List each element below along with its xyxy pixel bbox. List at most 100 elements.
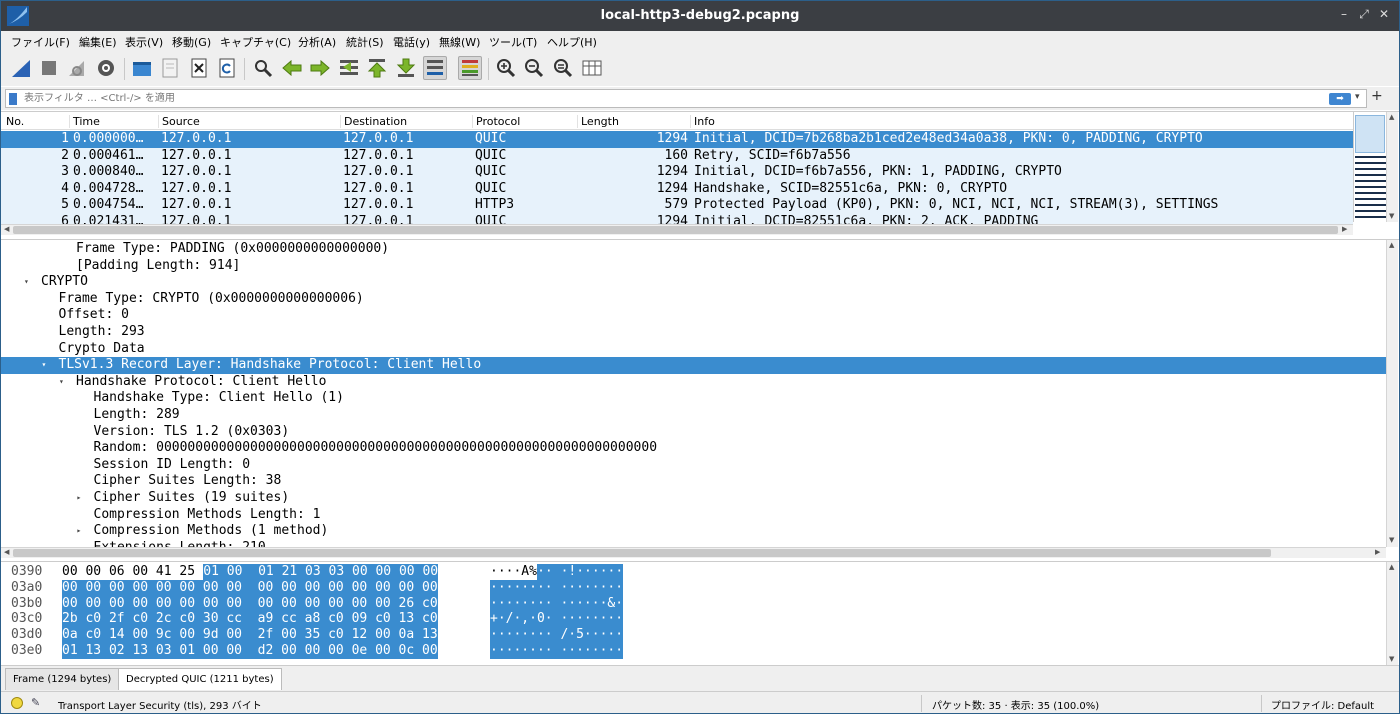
column-length[interactable]: Length	[577, 115, 690, 128]
ascii-bytes-highlighted[interactable]: ········ ········	[490, 579, 624, 596]
zoom-out-icon[interactable]	[522, 56, 546, 80]
detail-row[interactable]: Random: 00000000000000000000000000000000…	[1, 440, 1386, 457]
shark-fin-start-icon[interactable]	[9, 56, 33, 80]
display-filter-input[interactable]	[24, 91, 1314, 106]
detail-row[interactable]: Compression Methods Length: 1	[1, 507, 1386, 524]
packet-row[interactable]: 1 0.000000… 127.0.0.1 127.0.0.1 QUIC 1294 Init…	[1, 131, 1353, 148]
detail-row[interactable]: Handshake Type: Client Hello (1)	[1, 390, 1386, 407]
detail-row[interactable]: Frame Type: PADDING (0x0000000000000000)	[1, 241, 1386, 258]
menu-go[interactable]: 移動(G)	[172, 34, 211, 50]
detail-row[interactable]: Offset: 0	[1, 307, 1386, 324]
detail-row[interactable]: ▾ CRYPTO	[1, 274, 1386, 291]
go-first-icon[interactable]	[365, 56, 389, 80]
save-file-icon[interactable]	[158, 56, 182, 80]
find-packet-icon[interactable]	[251, 56, 275, 80]
resize-columns-icon[interactable]	[580, 56, 604, 80]
collapsed-arrow-icon[interactable]: ▸	[77, 490, 82, 506]
close-button[interactable]: ✕	[1375, 7, 1393, 21]
menu-tools[interactable]: ツール(T)	[489, 34, 537, 50]
packet-row[interactable]: 4 0.004728… 127.0.0.1 127.0.0.1 QUIC 1294 Hand…	[1, 180, 1353, 198]
go-forward-icon[interactable]	[308, 56, 332, 80]
close-file-icon[interactable]	[187, 56, 211, 80]
details-hscroll[interactable]: ◀ ▶	[1, 547, 1386, 558]
zoom-reset-icon[interactable]	[551, 56, 575, 80]
capture-options-icon[interactable]	[94, 56, 118, 80]
go-last-icon[interactable]	[394, 56, 418, 80]
menu-edit[interactable]: 編集(E)	[79, 34, 117, 50]
packet-row[interactable]: 5 0.004754… 127.0.0.1 127.0.0.1 HTTP3 579 Prot…	[1, 197, 1353, 214]
hex-bytes-highlighted[interactable]: 0a c0 14 00 9c 00 9d 00 2f 00 35 c0 12 0…	[62, 627, 438, 644]
hex-bytes-highlighted[interactable]: 2b c0 2f c0 2c c0 30 cc a9 cc a8 c0 09 c…	[62, 611, 438, 628]
detail-row[interactable]: Crypto Data	[1, 341, 1386, 358]
detail-row[interactable]: ▾ TLSv1.3 Record Layer: Handshake Protoco…	[1, 357, 1386, 374]
status-profile[interactable]: プロファイル: Default	[1271, 697, 1374, 712]
detail-row[interactable]: Frame Type: CRYPTO (0x0000000000000006)	[1, 291, 1386, 308]
detail-row[interactable]: Cipher Suites Length: 38	[1, 473, 1386, 490]
menu-capture[interactable]: キャプチャ(C)	[220, 34, 291, 50]
ascii-bytes-highlighted[interactable]: ········ ······&·	[490, 595, 624, 612]
column-info[interactable]: Info	[690, 115, 1350, 128]
bookmark-icon[interactable]	[9, 93, 17, 105]
minimap-viewport[interactable]	[1355, 115, 1385, 153]
hex-bytes-highlighted[interactable]: 01 00 01 21 03 03 00 00 00 00	[203, 564, 439, 580]
detail-row[interactable]: ▸ Cipher Suites (19 suites)	[1, 490, 1386, 507]
restart-icon[interactable]	[65, 56, 89, 80]
packet-row[interactable]: 2 0.000461… 127.0.0.1 127.0.0.1 QUIC 160 Retry…	[1, 147, 1353, 165]
details-vscroll[interactable]: ▲ ▼	[1386, 240, 1398, 547]
menu-wireless[interactable]: 無線(W)	[439, 34, 480, 50]
go-to-packet-icon[interactable]	[337, 56, 361, 80]
hex-bytes-highlighted[interactable]: 00 00 00 00 00 00 00 00 00 00 00 00 00 0…	[62, 579, 438, 596]
tab-frame-bytes[interactable]: Frame (1294 bytes)	[5, 668, 120, 690]
packet-list-hscroll[interactable]: ◀ ▶	[1, 224, 1353, 235]
column-no[interactable]: No.	[3, 115, 24, 128]
ascii-bytes-highlighted[interactable]: ·· ·!······	[537, 564, 624, 580]
column-source[interactable]: Source	[158, 115, 340, 128]
go-back-icon[interactable]	[280, 56, 304, 80]
ascii-bytes-highlighted[interactable]: +·/·,·0· ········	[490, 611, 624, 628]
expanded-arrow-icon[interactable]: ▾	[42, 357, 47, 373]
column-protocol[interactable]: Protocol	[472, 115, 577, 128]
minimize-button[interactable]: –	[1335, 7, 1353, 21]
menu-file[interactable]: ファイル(F)	[11, 34, 70, 50]
menu-statistics[interactable]: 統計(S)	[346, 34, 384, 50]
tab-decrypted-quic[interactable]: Decrypted QUIC (1211 bytes)	[118, 668, 282, 690]
zoom-in-icon[interactable]	[494, 56, 518, 80]
hex-bytes-highlighted[interactable]: 00 00 00 00 00 00 00 00 00 00 00 00 00 0…	[62, 595, 438, 612]
detail-row[interactable]: Length: 289	[1, 407, 1386, 424]
autoscroll-icon[interactable]	[423, 56, 447, 80]
menu-telephony[interactable]: 電話(y)	[393, 34, 430, 50]
column-destination[interactable]: Destination	[340, 115, 472, 128]
packet-list-vscroll[interactable]: ▲ ▼	[1386, 112, 1398, 222]
packet-minimap[interactable]	[1353, 112, 1386, 222]
bytes-vscroll[interactable]: ▲ ▼	[1386, 562, 1398, 666]
detail-row[interactable]: Version: TLS 1.2 (0x0303)	[1, 424, 1386, 441]
arrow-right-icon[interactable]: ➡	[1329, 93, 1351, 105]
expanded-arrow-icon[interactable]: ▾	[24, 274, 29, 290]
ascii-bytes[interactable]: ····A%	[490, 564, 537, 580]
open-file-icon[interactable]	[130, 56, 154, 80]
add-filter-button[interactable]: +	[1371, 88, 1383, 104]
stop-icon[interactable]	[37, 56, 61, 80]
edit-comment-icon[interactable]: ✎	[31, 696, 40, 709]
detail-row[interactable]: [Padding Length: 914]	[1, 258, 1386, 275]
menu-analyze[interactable]: 分析(A)	[298, 34, 336, 50]
packet-row[interactable]: 3 0.000840… 127.0.0.1 127.0.0.1 QUIC 1294 Init…	[1, 164, 1353, 181]
ascii-bytes-highlighted[interactable]: ········ ········	[490, 643, 624, 659]
menu-view[interactable]: 表示(V)	[125, 34, 163, 50]
detail-row[interactable]: ▾ Handshake Protocol: Client Hello	[1, 374, 1386, 391]
expanded-arrow-icon[interactable]: ▾	[59, 374, 64, 390]
column-time[interactable]: Time	[69, 115, 158, 128]
hex-bytes[interactable]: 00 00 06 00 41 25	[62, 564, 203, 580]
detail-row[interactable]: Length: 293	[1, 324, 1386, 341]
colorize-icon[interactable]	[458, 56, 482, 80]
chevron-down-icon[interactable]: ▾	[1355, 92, 1360, 102]
detail-row[interactable]: Session ID Length: 0	[1, 457, 1386, 474]
expert-info-icon[interactable]	[11, 697, 23, 709]
maximize-button[interactable]: ⤢	[1355, 7, 1373, 22]
hex-bytes-highlighted[interactable]: 01 13 02 13 03 01 00 00 d2 00 00 00 0e 0…	[62, 643, 438, 659]
detail-row[interactable]: ▸ Compression Methods (1 method)	[1, 523, 1386, 540]
reload-icon[interactable]	[215, 56, 239, 80]
menu-help[interactable]: ヘルプ(H)	[547, 34, 597, 50]
collapsed-arrow-icon[interactable]: ▸	[77, 523, 82, 539]
ascii-bytes-highlighted[interactable]: ········ /·5·····	[490, 627, 624, 644]
